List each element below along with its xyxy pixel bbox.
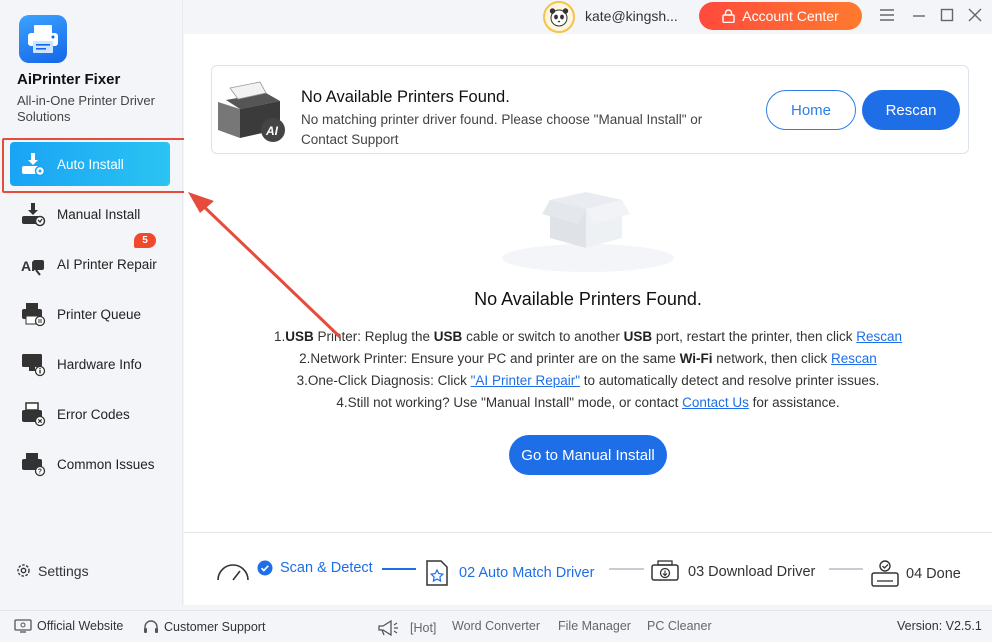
rescan-link[interactable]: Rescan (856, 329, 902, 344)
official-website-link[interactable]: Official Website (14, 619, 123, 633)
printer-illustration: AI (212, 74, 292, 146)
hot-products: [Hot] (377, 619, 436, 637)
tip-bold: USB (623, 329, 653, 344)
sidebar-item-label: Manual Install (57, 206, 141, 222)
check-circle-icon (257, 560, 273, 576)
sidebar-item-common-issues[interactable]: ? Common Issues (10, 442, 170, 486)
notice-title: No Available Printers Found. (301, 88, 510, 106)
annotation-arrow (188, 192, 342, 339)
avatar[interactable] (543, 1, 575, 33)
document-star-icon (426, 560, 448, 586)
account-center-button[interactable]: Account Center (699, 2, 862, 30)
version-label: Version: V2.5.1 (897, 619, 982, 633)
hardware-info-icon (18, 349, 48, 379)
customer-support-link[interactable]: Customer Support (143, 619, 265, 635)
home-button[interactable]: Home (766, 90, 856, 130)
svg-text:AI: AI (21, 258, 35, 274)
empty-box-illustration (500, 172, 680, 272)
tip-text: 4.Still not working? Use "Manual Install… (336, 395, 683, 410)
contact-us-link[interactable]: Contact Us (682, 395, 749, 410)
tip-text: port, restart the printer, then click (652, 329, 857, 344)
ai-badge-text: AI (265, 124, 279, 138)
sidebar-item-label: AI Printer Repair (57, 256, 157, 272)
step-download-driver: 03 Download Driver (651, 560, 815, 584)
step-connector (829, 568, 863, 570)
sidebar-item-manual-install[interactable]: Manual Install (10, 192, 170, 236)
megaphone-icon (378, 619, 398, 637)
rescan-link[interactable]: Rescan (831, 351, 877, 366)
tip-text: 2.Network Printer: Ensure your PC and pr… (299, 351, 680, 366)
sidebar-item-label: Error Codes (57, 406, 130, 422)
printer-check-icon (871, 560, 899, 587)
close-icon[interactable] (966, 6, 984, 24)
step-connector (382, 568, 416, 570)
app-logo (19, 15, 67, 63)
tip-network: 2.Network Printer: Ensure your PC and pr… (184, 348, 992, 370)
step-scan-detect: Scan & Detect (257, 560, 373, 576)
headset-icon (144, 620, 158, 633)
tip-diagnosis: 3.One-Click Diagnosis: Click "AI Printer… (184, 370, 992, 392)
ai-printer-repair-link[interactable]: "AI Printer Repair" (471, 373, 580, 388)
official-website-label: Official Website (37, 619, 124, 633)
tip-text: 3.One-Click Diagnosis: Click (296, 373, 471, 388)
footer: Official Website Customer Support [Hot] … (0, 610, 992, 642)
step-done: 04 Done (871, 560, 961, 588)
tip-text: to automatically detect and resolve prin… (580, 373, 880, 388)
user-email[interactable]: kate@kingsh... (585, 8, 678, 24)
customer-support-label: Customer Support (164, 620, 266, 634)
svg-text:?: ? (38, 469, 42, 476)
pc-cleaner-link[interactable]: PC Cleaner (647, 619, 712, 633)
app-name: AiPrinter Fixer (17, 71, 121, 88)
tip-bold: USB (433, 329, 463, 344)
sidebar-item-label: Common Issues (57, 456, 155, 472)
app-subtitle: All-in-One Printer Driver Solutions (17, 93, 155, 124)
rescan-button[interactable]: Rescan (862, 90, 960, 130)
sidebar-item-error-codes[interactable]: Error Codes (10, 392, 170, 436)
step-label: 03 Download Driver (688, 564, 816, 580)
panda-avatar-icon (549, 8, 569, 27)
highlight-outline (2, 138, 186, 193)
printer-repair-icon: AI (18, 249, 48, 279)
manual-install-icon (18, 199, 48, 229)
word-converter-link[interactable]: Word Converter (452, 619, 540, 633)
gear-icon (17, 564, 30, 577)
sidebar-item-ai-printer-repair[interactable]: AI AI Printer Repair (10, 242, 170, 286)
error-codes-icon (18, 399, 48, 429)
tip-text: cable or switch to another (462, 329, 624, 344)
step-auto-match-driver: 02 Auto Match Driver (425, 560, 594, 586)
step-connector (609, 568, 644, 570)
file-manager-link[interactable]: File Manager (558, 619, 631, 633)
steps-divider (184, 532, 992, 533)
hot-tag: [Hot] (410, 621, 437, 635)
tip-text: for assistance. (748, 395, 840, 410)
account-center-label: Account Center (742, 8, 839, 24)
printer-download-icon (651, 560, 679, 581)
menu-icon[interactable] (878, 6, 896, 24)
minimize-icon[interactable] (910, 6, 928, 24)
empty-state-title: No Available Printers Found. (474, 289, 702, 309)
common-issues-icon: ? (18, 449, 48, 479)
speed-gauge-icon (216, 558, 250, 587)
go-to-manual-install-button[interactable]: Go to Manual Install (509, 435, 667, 475)
tip-bold: Wi-Fi (679, 351, 713, 366)
step-label: Scan & Detect (280, 560, 373, 576)
lock-icon (722, 9, 735, 23)
tip-text: network, then click (712, 351, 832, 366)
tip-contact: 4.Still not working? Use "Manual Install… (184, 392, 992, 414)
notice-card: AI No Available Printers Found. No match… (211, 65, 969, 154)
monitor-icon (14, 619, 32, 633)
settings-label: Settings (38, 562, 89, 579)
maximize-icon[interactable] (938, 6, 956, 24)
sidebar-item-label: Hardware Info (57, 356, 142, 372)
notice-description: No matching printer driver found. Please… (301, 112, 703, 147)
step-label: 04 Done (906, 566, 961, 582)
settings-button[interactable]: Settings (15, 562, 89, 579)
step-label: 02 Auto Match Driver (459, 565, 595, 581)
notification-badge: 5 (134, 233, 156, 248)
sidebar-item-hardware-info[interactable]: Hardware Info (10, 342, 170, 386)
